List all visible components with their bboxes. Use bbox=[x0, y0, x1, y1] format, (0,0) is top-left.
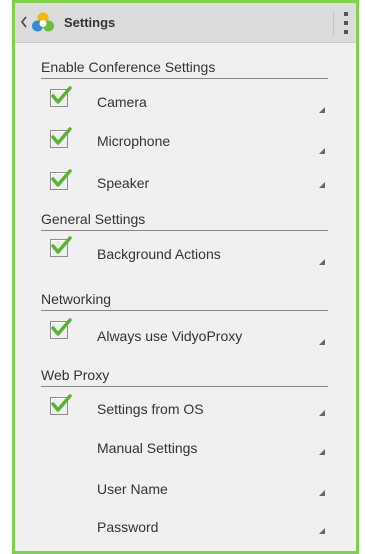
checkmark-icon bbox=[51, 86, 72, 104]
section-header-conference: Enable Conference Settings bbox=[41, 59, 216, 75]
section-divider bbox=[41, 78, 328, 79]
camera-checkbox[interactable] bbox=[50, 86, 72, 107]
pref-row-password[interactable]: Password bbox=[41, 508, 341, 548]
chevron-left-icon[interactable] bbox=[20, 14, 28, 30]
section-header-web-proxy: Web Proxy bbox=[41, 367, 110, 383]
checkmark-icon bbox=[51, 169, 72, 187]
pref-label: Always use VidyoProxy bbox=[97, 328, 243, 344]
page-title: Settings bbox=[64, 15, 116, 30]
pref-row-camera[interactable]: Camera bbox=[41, 81, 341, 121]
pref-label: Microphone bbox=[97, 133, 171, 149]
pref-label: Manual Settings bbox=[97, 440, 198, 456]
always-use-vidyoproxy-checkbox[interactable] bbox=[50, 318, 72, 339]
section-divider bbox=[41, 386, 328, 387]
pref-row-background-actions[interactable]: Background Actions bbox=[41, 233, 341, 273]
overflow-menu-icon[interactable] bbox=[339, 9, 353, 37]
corner-arrow-icon bbox=[319, 490, 325, 496]
pref-label: User Name bbox=[97, 481, 168, 497]
checkmark-icon bbox=[51, 394, 72, 412]
pref-label: Speaker bbox=[97, 175, 150, 191]
corner-arrow-icon bbox=[319, 449, 325, 455]
corner-arrow-icon bbox=[319, 107, 325, 113]
speaker-checkbox[interactable] bbox=[50, 169, 72, 190]
background-actions-checkbox[interactable] bbox=[50, 236, 72, 257]
corner-arrow-icon bbox=[319, 259, 325, 265]
settings-from-os-checkbox[interactable] bbox=[50, 394, 72, 415]
corner-arrow-icon bbox=[319, 148, 325, 154]
checkmark-icon bbox=[51, 318, 72, 336]
section-divider bbox=[41, 230, 328, 231]
pref-label: Camera bbox=[97, 94, 147, 110]
section-divider bbox=[41, 310, 328, 311]
settings-screen: Settings Enable Conference Settings Came… bbox=[12, 0, 359, 554]
pref-row-always-use-vidyoproxy[interactable]: Always use VidyoProxy bbox=[41, 313, 341, 353]
pref-row-speaker[interactable]: Speaker bbox=[41, 164, 341, 204]
corner-arrow-icon bbox=[319, 410, 325, 416]
section-header-general: General Settings bbox=[41, 211, 146, 227]
pref-label: Settings from OS bbox=[97, 401, 204, 417]
pref-row-settings-from-os[interactable]: Settings from OS bbox=[41, 389, 341, 429]
action-bar: Settings bbox=[15, 3, 356, 43]
microphone-checkbox[interactable] bbox=[50, 127, 72, 148]
pref-label: Background Actions bbox=[97, 246, 221, 262]
app-logo-icon[interactable] bbox=[30, 10, 56, 36]
corner-arrow-icon bbox=[319, 339, 325, 345]
corner-arrow-icon bbox=[319, 182, 325, 188]
pref-row-user-name[interactable]: User Name bbox=[41, 469, 341, 509]
corner-arrow-icon bbox=[319, 528, 325, 534]
pref-row-manual-settings[interactable]: Manual Settings bbox=[41, 429, 341, 469]
checkmark-icon bbox=[51, 127, 72, 145]
action-bar-divider bbox=[333, 11, 334, 35]
pref-label: Password bbox=[97, 519, 159, 535]
checkmark-icon bbox=[51, 236, 72, 254]
pref-row-microphone[interactable]: Microphone bbox=[41, 122, 341, 162]
section-header-networking: Networking bbox=[41, 291, 112, 307]
